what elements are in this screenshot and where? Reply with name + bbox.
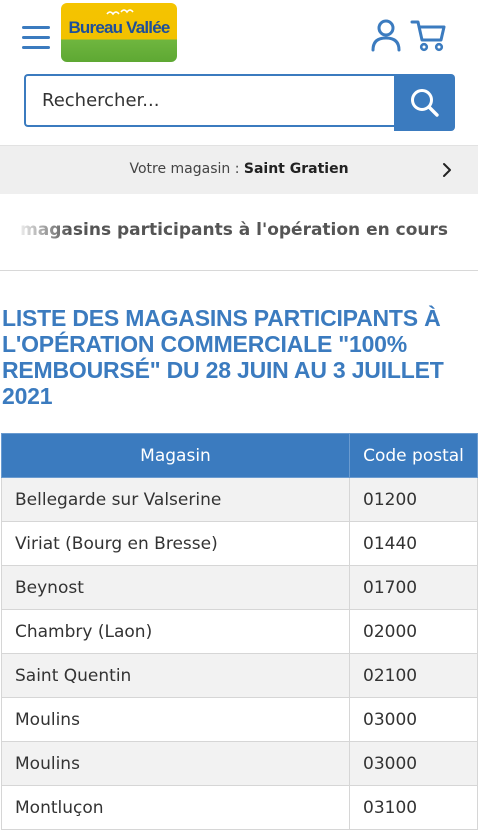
column-header-magasin: Magasin — [1, 433, 350, 478]
logo-text: Bureau Vallée — [68, 18, 170, 37]
table-row: Beynost 01700 — [1, 565, 478, 610]
table-row: Bellegarde sur Valserine 01200 — [1, 477, 478, 522]
store-name-cell: Viriat (Bourg en Bresse) — [1, 521, 350, 566]
search-icon — [411, 89, 439, 117]
table-header-row: Magasin Code postal — [1, 433, 478, 478]
scrolling-banner: es magasins participants à l'opération e… — [0, 194, 478, 271]
search-button[interactable] — [394, 74, 455, 131]
postal-code-cell: 03000 — [349, 697, 478, 742]
store-name-cell: Saint Quentin — [1, 653, 350, 698]
table-row: Moulins 03000 — [1, 741, 478, 786]
banner-fade — [0, 194, 70, 270]
table-row: Viriat (Bourg en Bresse) 01440 — [1, 521, 478, 566]
user-account-icon[interactable] — [370, 18, 402, 52]
column-header-code-postal: Code postal — [349, 433, 478, 478]
postal-code-cell: 01200 — [349, 477, 478, 522]
table-row: Moulins 03000 — [1, 697, 478, 742]
stores-table: Magasin Code postal Bellegarde sur Valse… — [1, 433, 478, 830]
search-bar — [24, 74, 455, 131]
store-name-cell: Moulins — [1, 697, 350, 742]
store-label: Votre magasin : — [129, 161, 240, 177]
postal-code-cell: 02000 — [349, 609, 478, 654]
store-name: Saint Gratien — [243, 161, 349, 177]
store-name-cell: Bellegarde sur Valserine — [1, 477, 350, 522]
bureau-vallee-logo[interactable]: Bureau Vallée — [61, 3, 177, 62]
table-row: Saint Quentin 02100 — [1, 653, 478, 698]
postal-code-cell: 01440 — [349, 521, 478, 566]
store-name-cell: Moulins — [1, 741, 350, 786]
store-name-cell: Chambry (Laon) — [1, 609, 350, 654]
postal-code-cell: 01700 — [349, 565, 478, 610]
birds-icon — [106, 9, 134, 16]
hamburger-menu-icon[interactable] — [22, 26, 50, 50]
store-name-cell: Montluçon — [1, 785, 350, 830]
page-title: LISTE DES MAGASINS PARTICIPANTS À L'OPÉR… — [2, 305, 444, 409]
store-name-cell: Beynost — [1, 565, 350, 610]
store-selector-text: Votre magasin : Saint Gratien — [0, 161, 478, 177]
chevron-right-icon[interactable] — [440, 161, 454, 179]
postal-code-cell: 03000 — [349, 741, 478, 786]
store-selector[interactable]: Votre magasin : Saint Gratien — [0, 145, 478, 194]
postal-code-cell: 03100 — [349, 785, 478, 830]
shopping-cart-icon[interactable] — [410, 18, 446, 52]
search-input[interactable] — [24, 74, 394, 127]
table-row: Montluçon 03100 — [1, 785, 478, 830]
postal-code-cell: 02100 — [349, 653, 478, 698]
table-row: Chambry (Laon) 02000 — [1, 609, 478, 654]
site-header: Bureau Vallée — [0, 0, 478, 66]
